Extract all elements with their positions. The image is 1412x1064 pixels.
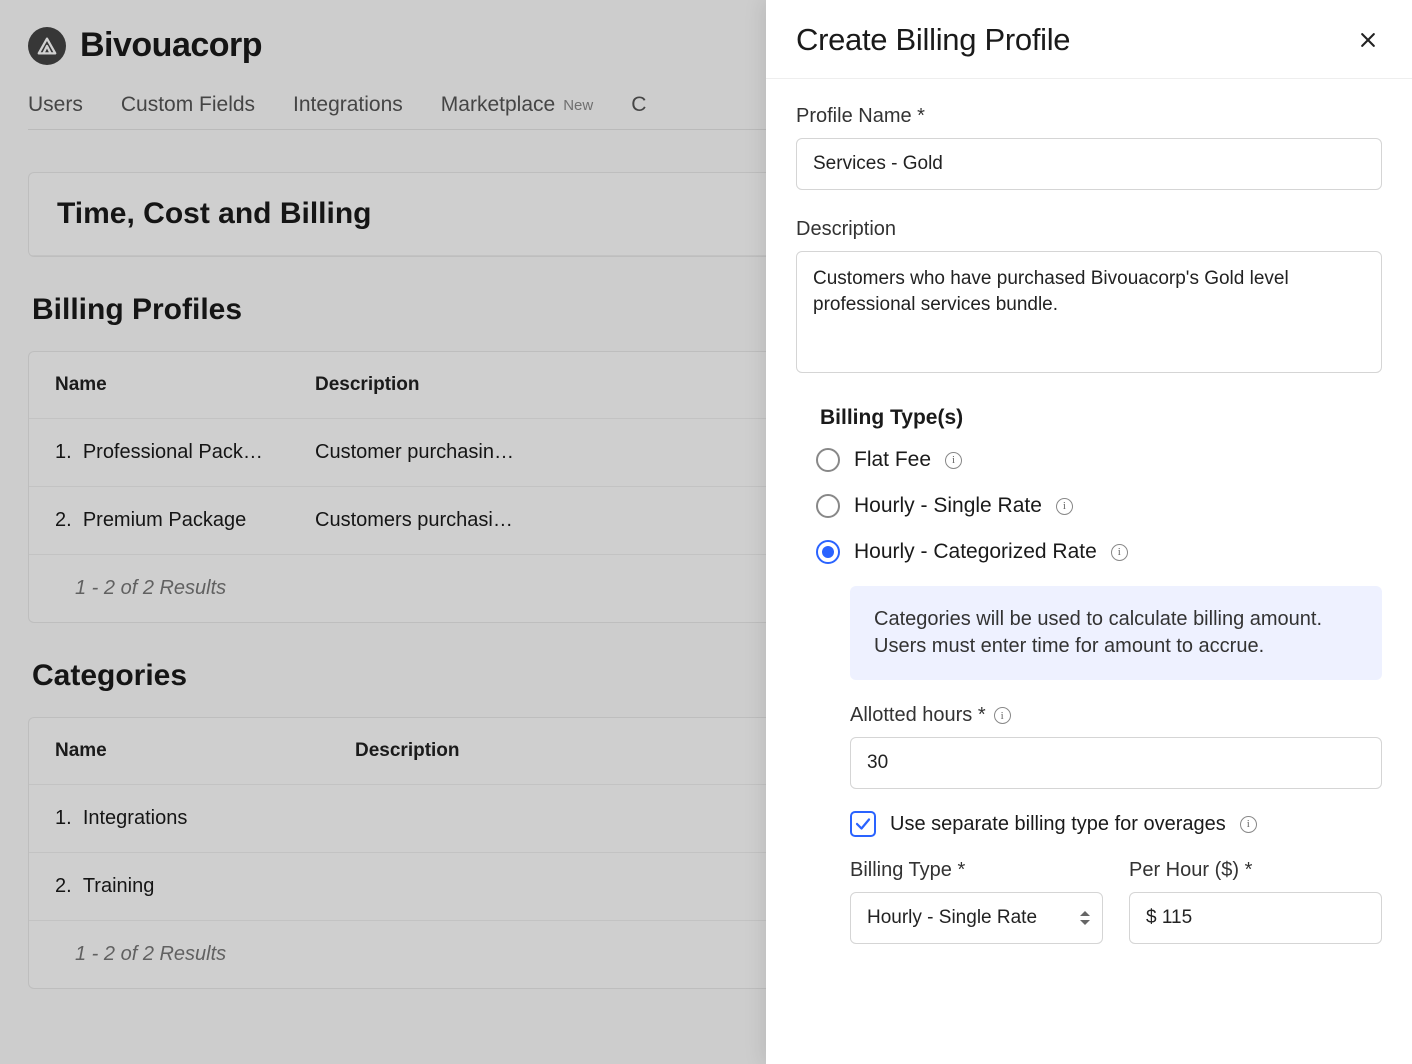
drawer-header: Create Billing Profile bbox=[766, 0, 1412, 79]
radio-label: Hourly - Categorized Rate bbox=[854, 540, 1097, 564]
per-hour-label: Per Hour ($) * bbox=[1129, 859, 1382, 882]
description-input[interactable] bbox=[796, 251, 1382, 373]
billing-type-field: Billing Type * bbox=[850, 859, 1103, 944]
radio-hourly-single[interactable]: Hourly - Single Rate bbox=[816, 494, 1382, 518]
info-icon[interactable] bbox=[1056, 498, 1073, 515]
categorized-callout: Categories will be used to calculate bil… bbox=[850, 586, 1382, 680]
radio-hourly-categorized[interactable]: Hourly - Categorized Rate bbox=[816, 540, 1382, 564]
billing-types-header: Billing Type(s) bbox=[820, 406, 1382, 430]
radio-icon bbox=[816, 448, 840, 472]
drawer-title: Create Billing Profile bbox=[796, 22, 1070, 58]
radio-icon bbox=[816, 540, 840, 564]
radio-icon bbox=[816, 494, 840, 518]
drawer-body: Profile Name * Description Billing Type(… bbox=[766, 79, 1412, 1064]
profile-name-field: Profile Name * bbox=[796, 105, 1382, 190]
profile-name-input[interactable] bbox=[796, 138, 1382, 190]
check-icon bbox=[854, 815, 872, 833]
overage-config-row: Billing Type * Per Hour ($) * bbox=[850, 859, 1382, 944]
billing-type-label: Billing Type * bbox=[850, 859, 1103, 882]
info-icon[interactable] bbox=[1111, 544, 1128, 561]
info-icon[interactable] bbox=[1240, 816, 1257, 833]
billing-type-select[interactable] bbox=[850, 892, 1103, 944]
categorized-subfields: Allotted hours * Use separate billing ty… bbox=[850, 704, 1382, 944]
per-hour-field: Per Hour ($) * bbox=[1129, 859, 1382, 944]
description-field: Description bbox=[796, 218, 1382, 378]
allotted-hours-input[interactable] bbox=[850, 737, 1382, 789]
radio-label: Hourly - Single Rate bbox=[854, 494, 1042, 518]
label-text: Allotted hours * bbox=[850, 704, 986, 727]
checkbox-label: Use separate billing type for overages bbox=[890, 813, 1226, 836]
close-icon bbox=[1358, 30, 1378, 50]
create-billing-profile-drawer: Create Billing Profile Profile Name * De… bbox=[766, 0, 1412, 1064]
radio-flat-fee[interactable]: Flat Fee bbox=[816, 448, 1382, 472]
checkbox-icon bbox=[850, 811, 876, 837]
allotted-hours-field: Allotted hours * bbox=[850, 704, 1382, 789]
allotted-hours-label: Allotted hours * bbox=[850, 704, 1382, 727]
overage-checkbox-row[interactable]: Use separate billing type for overages bbox=[850, 811, 1382, 837]
info-icon[interactable] bbox=[945, 452, 962, 469]
info-icon[interactable] bbox=[994, 707, 1011, 724]
radio-label: Flat Fee bbox=[854, 448, 931, 472]
profile-name-label: Profile Name * bbox=[796, 105, 1382, 128]
description-label: Description bbox=[796, 218, 1382, 241]
close-button[interactable] bbox=[1354, 26, 1382, 54]
per-hour-input[interactable] bbox=[1129, 892, 1382, 944]
